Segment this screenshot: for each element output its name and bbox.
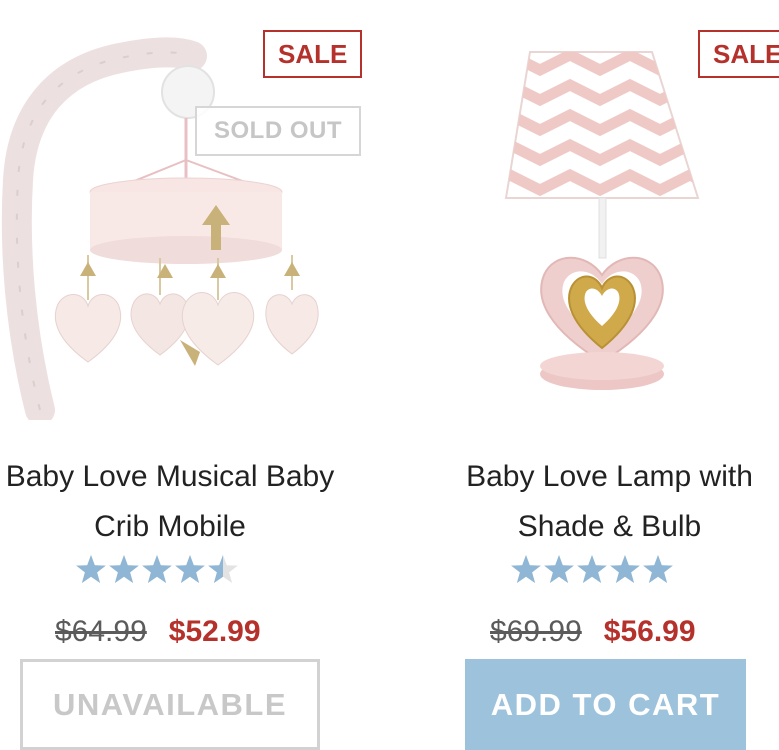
product-title-line: Baby Love Lamp with	[466, 460, 753, 493]
product-card-crib-mobile: SALE SOLD OUT Baby Love Musical Baby Cri…	[0, 0, 363, 750]
star-icon	[208, 555, 238, 583]
sold-out-badge: SOLD OUT	[195, 106, 361, 156]
sale-price: $52.99	[168, 615, 261, 648]
product-image-heart-lamp[interactable]: SALE	[440, 0, 779, 420]
star-rating	[510, 553, 680, 587]
star-icon	[577, 555, 607, 583]
product-title-line: Baby Love Musical Baby	[5, 460, 335, 493]
product-title[interactable]: Baby Love Lamp with Shade & Bulb	[440, 452, 779, 552]
star-icon	[142, 555, 172, 583]
sale-badge: SALE	[263, 30, 363, 78]
star-icon	[511, 555, 541, 583]
star-rating	[75, 553, 245, 587]
unavailable-button[interactable]: UNAVAILABLE	[20, 659, 320, 750]
price-row: $64.99 $52.99	[55, 612, 261, 652]
original-price: $64.99	[55, 615, 147, 648]
star-icon	[544, 555, 574, 583]
product-card-heart-lamp: SALE Baby Love Lamp with Shade & Bulb $6…	[440, 0, 779, 750]
product-title-line: Crib Mobile	[94, 510, 246, 543]
product-title-line: Shade & Bulb	[517, 510, 702, 543]
star-icon	[76, 555, 106, 583]
star-icon	[175, 555, 205, 583]
star-icon	[643, 555, 673, 583]
product-title[interactable]: Baby Love Musical Baby Crib Mobile	[0, 452, 348, 552]
product-image-crib-mobile[interactable]: SALE SOLD OUT	[0, 0, 363, 420]
sale-badge: SALE	[698, 30, 779, 78]
star-icon	[610, 555, 640, 583]
sale-price: $56.99	[603, 615, 696, 648]
star-icon	[109, 555, 139, 583]
add-to-cart-button[interactable]: ADD TO CART	[465, 659, 746, 750]
original-price: $69.99	[490, 615, 582, 648]
price-row: $69.99 $56.99	[490, 612, 696, 652]
